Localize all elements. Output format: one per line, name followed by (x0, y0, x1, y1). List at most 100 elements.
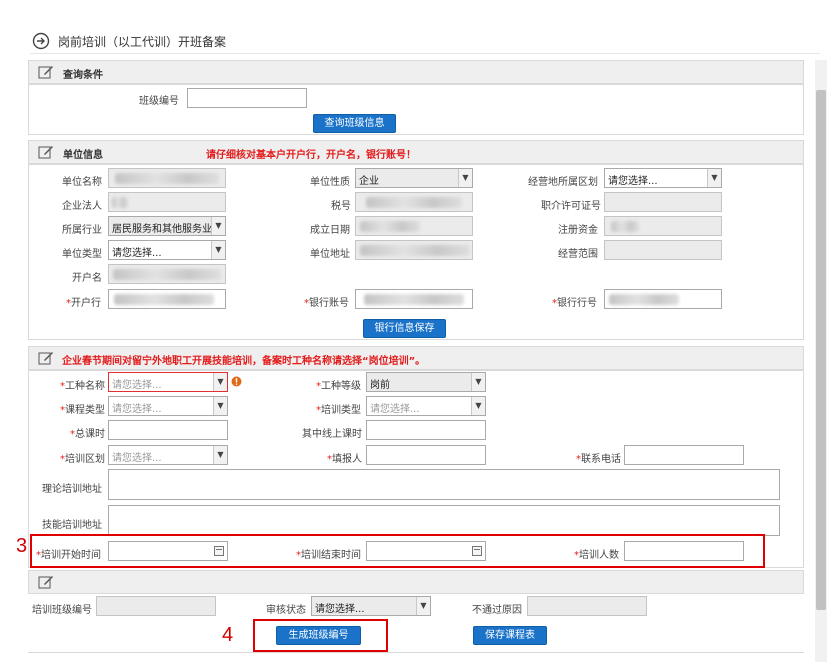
industry-select[interactable]: 居民服务和其他服务业 ▼ (108, 216, 226, 236)
bank-input[interactable] (108, 289, 226, 309)
train-class-no-field (96, 596, 216, 616)
phone-label: *联系电话 (576, 454, 621, 465)
audit-status-select[interactable]: 请您选择... ▼ (311, 596, 431, 616)
tax-no-label: 税号 (331, 201, 351, 212)
unit-type-select[interactable]: 请您选择... ▼ (108, 240, 226, 260)
annotation-step3-label: 3 (16, 535, 28, 557)
chevron-down-icon: ▼ (416, 597, 430, 615)
unit-section-title: 单位信息 (63, 150, 103, 161)
annotation-step4-label: 4 (222, 624, 234, 646)
chevron-down-icon: ▼ (471, 397, 485, 415)
edit-icon (38, 576, 53, 589)
redacted-value (113, 269, 221, 280)
district-label: 经营地所属区划 (528, 177, 598, 188)
course-type-label: *课程类型 (60, 405, 105, 416)
class-no-input[interactable] (187, 88, 307, 108)
skill-address-label: 技能培训地址 (42, 520, 102, 531)
skill-address-textarea[interactable] (108, 505, 780, 536)
train-district-select[interactable]: 请您选择... ▼ (108, 445, 228, 465)
page-header: 岗前培训（以工代训）开班备案 (30, 30, 820, 54)
reporter-label: *填报人 (327, 454, 362, 465)
bank-code-label: *银行行号 (552, 298, 597, 309)
audit-status-label: 审核状态 (266, 605, 306, 616)
account-name-field (108, 264, 226, 284)
save-bank-info-button[interactable]: 银行信息保存 (363, 319, 446, 338)
redacted-value (360, 221, 420, 232)
job-name-select[interactable]: 请您选择... ▼ (108, 372, 228, 392)
bank-code-input[interactable] (604, 289, 722, 309)
unit-section-header: 单位信息 请仔细核对基本户开户行，开户名，银行账号！ (28, 140, 804, 164)
redacted-value (366, 197, 462, 208)
account-no-label: *银行账号 (304, 298, 349, 309)
save-schedule-button[interactable]: 保存课程表 (473, 626, 547, 645)
edit-icon (38, 352, 53, 365)
online-hours-input[interactable] (366, 420, 486, 440)
business-scope-field (604, 240, 722, 260)
train-type-label: *培训类型 (316, 405, 361, 416)
account-no-input[interactable] (355, 289, 473, 309)
reject-reason-field (527, 596, 647, 616)
chevron-down-icon: ▼ (211, 217, 225, 235)
founded-date-label: 成立日期 (310, 225, 350, 236)
district-value: 请您选择... (608, 176, 658, 187)
job-name-placeholder: 请您选择... (112, 380, 162, 391)
industry-label: 所属行业 (62, 225, 102, 236)
unit-nature-label: 单位性质 (310, 177, 350, 188)
scrollbar-thumb[interactable] (816, 90, 826, 610)
redacted-value (115, 173, 219, 184)
redacted-value (112, 197, 128, 208)
job-level-label: *工种等级 (316, 381, 361, 392)
unit-address-field (355, 240, 473, 260)
reporter-input[interactable] (366, 445, 486, 465)
query-section-body: 班级编号 查询班级信息 (28, 84, 804, 135)
error-icon (231, 376, 242, 387)
theory-address-label: 理论培训地址 (42, 484, 102, 495)
page-scrollbar[interactable] (815, 60, 827, 662)
unit-name-field (108, 168, 226, 188)
train-type-select[interactable]: 请您选择... ▼ (366, 396, 486, 416)
account-name-label: 开户名 (72, 273, 102, 284)
tax-no-field (355, 192, 473, 212)
class-no-label: 班级编号 (139, 96, 179, 107)
license-no-label: 职介许可证号 (541, 201, 601, 212)
redacted-value (114, 294, 214, 305)
redacted-value (360, 245, 470, 256)
chevron-down-icon: ▼ (213, 397, 227, 415)
theory-address-textarea[interactable] (108, 469, 780, 500)
train-type-placeholder: 请您选择... (370, 404, 420, 415)
legal-person-field (108, 192, 226, 212)
footer-divider (28, 652, 804, 653)
chevron-down-icon: ▼ (213, 446, 227, 464)
unit-name-label: 单位名称 (62, 177, 102, 188)
chevron-down-icon: ▼ (707, 169, 721, 187)
total-hours-label: *总课时 (70, 429, 105, 440)
job-level-select[interactable]: 岗前 ▼ (366, 372, 486, 392)
redacted-value (609, 294, 679, 305)
business-scope-label: 经营范围 (558, 249, 598, 260)
redacted-value (611, 221, 639, 232)
capital-field (604, 216, 722, 236)
course-type-placeholder: 请您选择... (112, 404, 162, 415)
annotation-box-step3 (30, 534, 765, 568)
total-hours-input[interactable] (108, 420, 228, 440)
audit-status-value: 请您选择... (315, 604, 365, 615)
phone-input[interactable] (624, 445, 744, 465)
chevron-down-icon: ▼ (213, 373, 227, 391)
bank-label: *开户行 (66, 298, 101, 309)
course-type-select[interactable]: 请您选择... ▼ (108, 396, 228, 416)
online-hours-label: 其中线上课时 (302, 429, 362, 440)
train-class-no-label: 培训班级编号 (32, 605, 92, 616)
unit-nature-select[interactable]: 企业 ▼ (355, 168, 473, 188)
unit-type-value: 请您选择... (112, 248, 162, 259)
redacted-value (364, 294, 464, 305)
audit-section-header (28, 570, 804, 594)
unit-warning-text: 请仔细核对基本户开户行，开户名，银行账号！ (206, 150, 416, 161)
capital-label: 注册资金 (558, 225, 598, 236)
district-select[interactable]: 请您选择... ▼ (604, 168, 722, 188)
unit-type-label: 单位类型 (62, 249, 102, 260)
training-warning-text: 企业春节期间对留宁外地职工开展技能培训，备案时工种名称请选择“岗位培训”。 (62, 356, 426, 367)
arrow-right-circle-icon (32, 32, 50, 50)
chevron-down-icon: ▼ (211, 241, 225, 259)
search-class-button[interactable]: 查询班级信息 (313, 114, 396, 133)
industry-value: 居民服务和其他服务业 (112, 224, 212, 235)
